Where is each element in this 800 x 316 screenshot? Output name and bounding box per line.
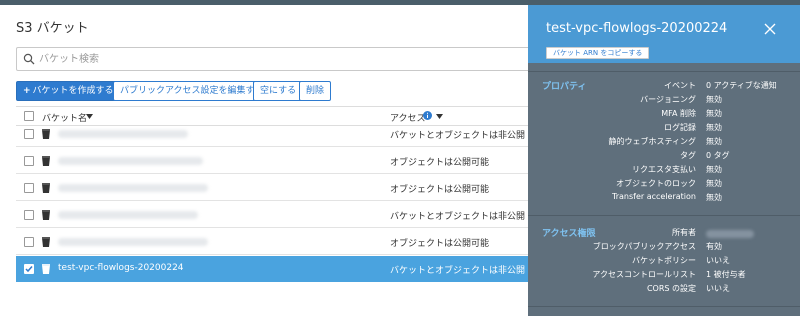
search-input[interactable]	[39, 51, 519, 67]
property-object-lock: オブジェクトのロック 無効	[616, 179, 722, 188]
property-tags: タグ 0 タグ	[680, 151, 730, 160]
permission-owner: 所有者	[672, 228, 696, 237]
bucket-icon	[42, 129, 50, 139]
sort-down-icon[interactable]	[86, 114, 93, 119]
info-icon[interactable]	[423, 111, 432, 120]
checkmark-icon	[25, 266, 33, 273]
bucket-list-pane: S3 バケット +バケットを作成する パブリックアクセス設定を編集する 空にする…	[0, 5, 536, 316]
table-row[interactable]: オブジェクトは公開可能	[16, 175, 528, 201]
bucket-icon	[42, 210, 50, 220]
property-static-hosting: 静的ウェブホスティング 無効	[608, 137, 722, 146]
page-title: S3 バケット	[16, 21, 89, 36]
search-box[interactable]	[16, 47, 536, 71]
property-requester-pays: リクエスタ支払い 無効	[632, 165, 722, 174]
access-status: オブジェクトは公開可能	[390, 158, 490, 168]
table-row[interactable]: オブジェクトは公開可能	[16, 148, 528, 174]
select-all-checkbox[interactable]	[24, 111, 34, 121]
access-status: バケットとオブジェクトは非公開	[390, 266, 526, 276]
divider	[528, 306, 800, 307]
row-checkbox[interactable]	[24, 183, 34, 193]
redacted-bucket-name	[58, 238, 208, 246]
property-transfer-acceleration: Transfer acceleration 無効	[612, 192, 722, 202]
permission-block-public-access: ブロックパブリックアクセス 有効	[592, 242, 722, 251]
create-bucket-button[interactable]: + バケットを作成する	[16, 81, 121, 101]
bucket-icon	[42, 183, 50, 193]
property-events: イベント 0 アクティブな通知	[664, 81, 777, 90]
bucket-detail-panel: test-vpc-flowlogs-20200224 バケット ARN をコピー…	[528, 5, 800, 316]
redacted-bucket-name	[58, 157, 203, 165]
empty-button[interactable]: 空にする	[253, 81, 304, 101]
divider	[528, 215, 800, 216]
row-checkbox-checked[interactable]	[24, 264, 34, 274]
access-status: オブジェクトは公開可能	[390, 185, 490, 195]
close-icon[interactable]	[764, 23, 776, 35]
panel-header: test-vpc-flowlogs-20200224 バケット ARN をコピー…	[528, 5, 800, 63]
permission-cors: CORS の設定 いいえ	[646, 284, 730, 293]
access-status: オブジェクトは公開可能	[390, 239, 490, 249]
search-icon	[23, 53, 35, 65]
row-checkbox[interactable]	[24, 237, 34, 247]
plus-icon: +	[23, 86, 31, 96]
property-versioning: バージョニング 無効	[640, 95, 722, 104]
bucket-icon	[42, 264, 50, 274]
redacted-bucket-name	[58, 184, 208, 192]
table-row[interactable]: オブジェクトは公開可能	[16, 229, 528, 255]
redacted-bucket-name	[58, 211, 198, 219]
copy-arn-button[interactable]: バケット ARN をコピーする	[546, 47, 650, 59]
row-checkbox[interactable]	[24, 156, 34, 166]
permission-bucket-policy: バケットポリシー いいえ	[632, 256, 730, 265]
redacted-bucket-name	[58, 130, 188, 138]
table-row[interactable]: バケットとオブジェクトは非公開	[16, 202, 528, 228]
property-mfa-delete: MFA 削除 無効	[661, 109, 722, 118]
edit-public-access-button[interactable]: パブリックアクセス設定を編集する	[113, 81, 271, 101]
create-bucket-label: バケットを作成する	[32, 86, 114, 96]
access-status: バケットとオブジェクトは非公開	[390, 131, 526, 141]
delete-button[interactable]: 削除	[299, 81, 332, 101]
permission-acl: アクセスコントロールリスト 1 被付与者	[592, 270, 746, 279]
divider	[528, 71, 800, 72]
panel-title: test-vpc-flowlogs-20200224	[546, 21, 728, 36]
bucket-name[interactable]: test-vpc-flowlogs-20200224	[58, 263, 184, 273]
property-logging: ログ記録 無効	[664, 123, 722, 132]
redacted-owner	[706, 230, 754, 238]
table-row-selected[interactable]: test-vpc-flowlogs-20200224 バケットとオブジェクトは非…	[16, 256, 528, 282]
bucket-icon	[42, 156, 50, 166]
bucket-icon	[42, 237, 50, 247]
row-checkbox[interactable]	[24, 129, 34, 139]
row-checkbox[interactable]	[24, 210, 34, 220]
sort-down-icon[interactable]	[436, 114, 443, 119]
table-row[interactable]: バケットとオブジェクトは非公開	[16, 121, 528, 147]
access-status: バケットとオブジェクトは非公開	[390, 212, 526, 222]
